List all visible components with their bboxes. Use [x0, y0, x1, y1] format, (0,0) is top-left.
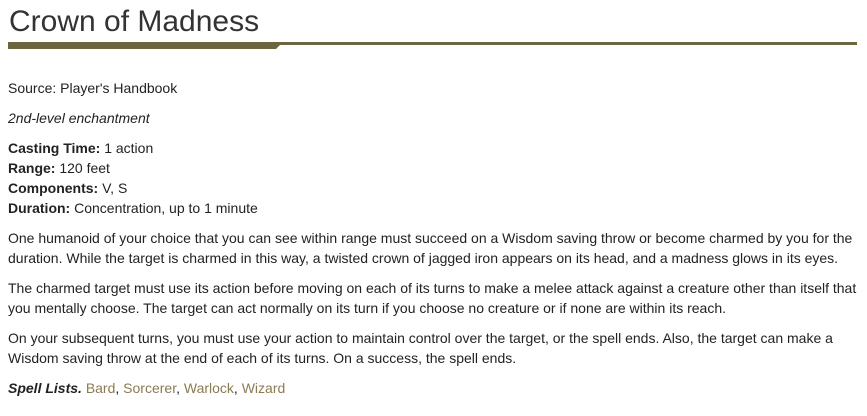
spell-lists: Spell Lists. Bard, Sorcerer, Warlock, Wi… [8, 378, 858, 398]
spell-properties: Casting Time: 1 action Range: 120 feet C… [8, 138, 858, 218]
spell-page: Crown of Madness Source: Player's Handbo… [8, 0, 858, 398]
description-paragraph: One humanoid of your choice that you can… [8, 230, 853, 266]
title-rule-thick [8, 42, 283, 49]
property-value: Concentration, up to 1 minute [70, 200, 258, 216]
property-key: Components: [8, 180, 99, 196]
spell-list-link-bard[interactable]: Bard [86, 380, 116, 396]
property-key: Range: [8, 160, 56, 176]
list-separator: , [115, 380, 124, 396]
page-title: Crown of Madness [9, 5, 260, 38]
list-separator: , [233, 380, 242, 396]
property-range: Range: 120 feet [8, 158, 858, 178]
spell-school: 2nd-level enchantment [8, 110, 150, 126]
property-casting-time: Casting Time: 1 action [8, 138, 858, 158]
source-line: Source: Player's Handbook [8, 80, 178, 96]
property-key: Casting Time: [8, 140, 101, 156]
spell-list-link-warlock[interactable]: Warlock [184, 380, 234, 396]
spell-lists-label: Spell Lists. [8, 380, 82, 396]
description-paragraph: The charmed target must use its action b… [8, 280, 857, 316]
spell-list-link-wizard[interactable]: Wizard [242, 380, 286, 396]
property-value: 1 action [100, 140, 154, 156]
property-key: Duration: [8, 200, 71, 216]
description-paragraph: On your subsequent turns, you must use y… [8, 330, 833, 366]
title-underline [8, 42, 858, 49]
property-value: 120 feet [55, 160, 110, 176]
spell-list-link-sorcerer[interactable]: Sorcerer [123, 380, 176, 396]
property-value: V, S [98, 180, 128, 196]
list-separator: , [176, 380, 184, 396]
property-duration: Duration: Concentration, up to 1 minute [8, 198, 858, 218]
property-components: Components: V, S [8, 178, 858, 198]
